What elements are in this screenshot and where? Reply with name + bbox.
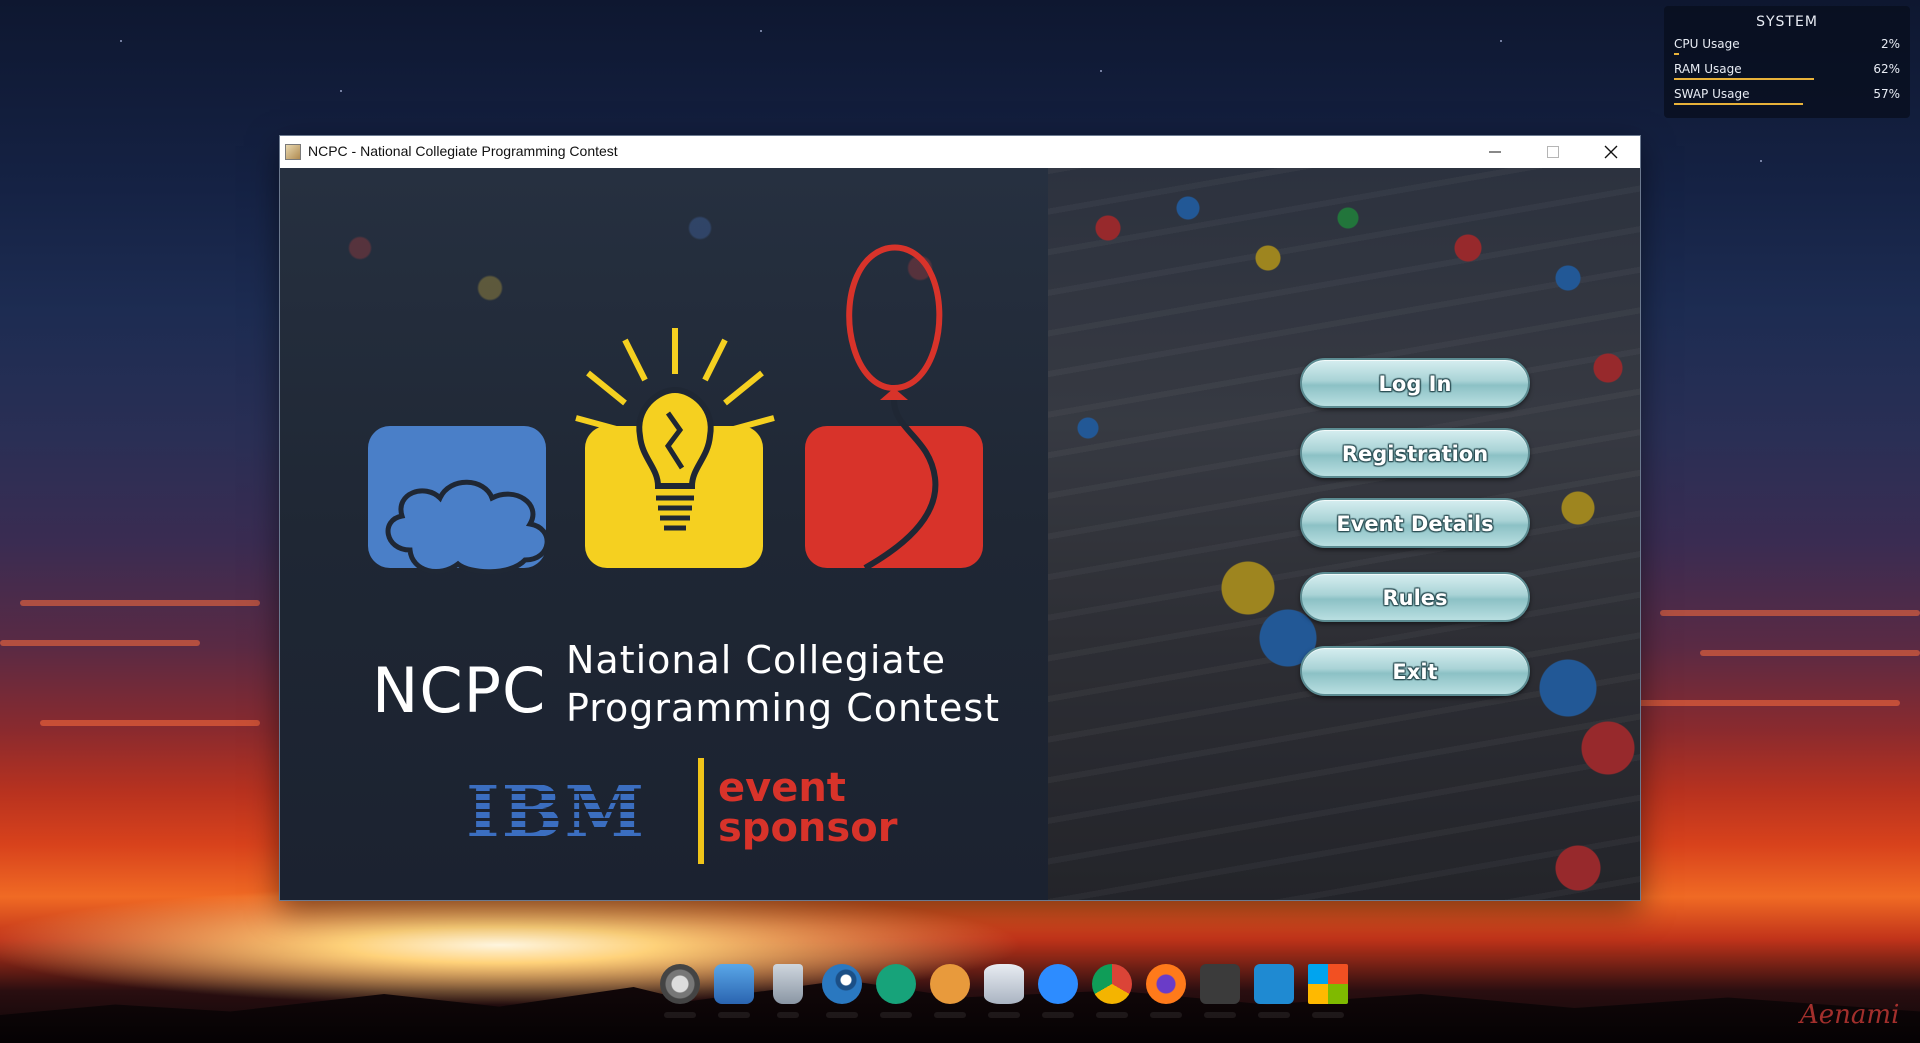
minimize-button[interactable] [1466,136,1524,168]
swap-usage-row: SWAP Usage 57% [1674,87,1900,105]
login-button[interactable]: Log In [1300,358,1530,408]
exit-button[interactable]: Exit [1300,646,1530,696]
window-title: NCPC - National Collegiate Programming C… [308,143,618,159]
lightbulb-icon [575,328,775,568]
registration-button[interactable]: Registration [1300,428,1530,478]
firefox-icon[interactable] [1146,964,1186,1018]
ibm-logo: IBM [466,769,647,854]
balloon-icon [805,244,983,571]
maximize-button[interactable] [1524,136,1582,168]
branding-panel: NCPC National Collegiate Programming Con… [280,168,1048,900]
file-manager-icon[interactable] [714,964,754,1018]
sublime-text-icon[interactable] [1200,964,1240,1018]
steam-icon[interactable] [822,964,862,1018]
java-app-icon [285,144,301,160]
system-widget-title: SYSTEM [1756,14,1818,30]
artist-signature: Aenami [1800,1000,1900,1030]
window-content: NCPC National Collegiate Programming Con… [280,168,1640,900]
close-button[interactable] [1582,136,1640,168]
event-details-button[interactable]: Event Details [1300,498,1530,548]
system-monitor-widget: SYSTEM CPU Usage 2% RAM Usage 62% SWAP U… [1664,6,1910,118]
cpu-usage-value: 2% [1880,37,1900,51]
windows-store-icon[interactable] [1308,964,1348,1018]
settings-icon[interactable] [660,964,700,1018]
maximize-icon [1547,146,1559,158]
ram-usage-label: RAM Usage [1674,62,1742,76]
chrome-icon[interactable] [1092,964,1132,1018]
zoom-icon[interactable] [1038,964,1078,1018]
swap-usage-bar [1674,103,1803,105]
minimize-icon [1489,151,1501,153]
contest-name-line1: National Collegiate [566,638,946,682]
swap-usage-label: SWAP Usage [1674,87,1750,101]
cpu-usage-row: CPU Usage 2% [1674,37,1900,55]
rules-button[interactable]: Rules [1300,572,1530,622]
database-icon[interactable] [984,964,1024,1018]
cpu-usage-label: CPU Usage [1674,37,1740,51]
close-icon [1604,145,1618,159]
ram-usage-row: RAM Usage 62% [1674,62,1900,80]
window-titlebar[interactable]: NCPC - National Collegiate Programming C… [280,136,1640,168]
sponsor-divider [698,758,704,864]
ncpc-logo-graphic [368,244,983,575]
ncpc-abbreviation: NCPC [372,654,547,727]
ram-usage-bar [1674,78,1815,80]
document-viewer-icon[interactable] [876,964,916,1018]
ram-usage-value: 62% [1873,62,1900,76]
swap-usage-value: 57% [1873,87,1900,101]
cpu-usage-bar [1674,53,1679,55]
ncpc-app-window: NCPC - National Collegiate Programming C… [280,136,1640,900]
downloader-icon[interactable] [930,964,970,1018]
contest-name-line2: Programming Contest [566,686,1001,730]
event-sponsor-line2: sponsor [718,805,898,851]
thought-cloud-icon [368,426,550,575]
event-sponsor-line1: event [718,765,846,811]
vscode-icon[interactable] [1254,964,1294,1018]
trash-icon[interactable] [773,964,803,1018]
